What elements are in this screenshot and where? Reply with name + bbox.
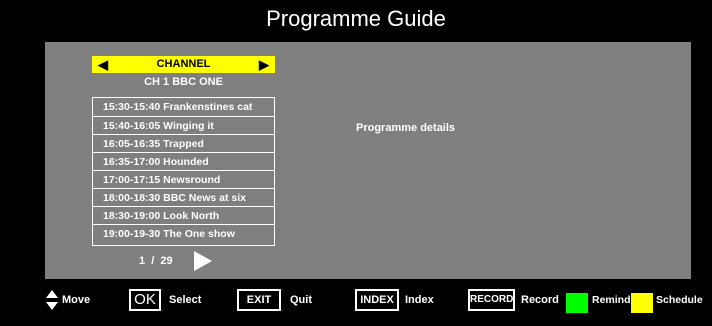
up-down-arrows-icon	[46, 290, 58, 310]
programme-row[interactable]: 17:00-17:15 Newsround	[93, 170, 274, 188]
exit-key-icon: EXIT	[237, 289, 281, 311]
move-label: Move	[62, 294, 91, 306]
programme-row[interactable]: 15:30-15:40 Frankenstines cat	[93, 98, 274, 116]
quit-label: Quit	[290, 294, 312, 306]
schedule-swatch	[631, 293, 653, 313]
remind-swatch	[566, 293, 588, 313]
channel-selector-label: CHANNEL	[156, 58, 211, 70]
schedule-label: Schedule	[656, 294, 703, 306]
programme-details: Programme details	[356, 122, 456, 134]
channel-prev-icon[interactable]: ◀	[98, 56, 108, 73]
record-label: Record	[521, 294, 559, 306]
record-key-icon: RECORD	[468, 289, 515, 311]
programme-row[interactable]: 16:05-16:35 Trapped	[93, 134, 274, 152]
select-label: Select	[169, 294, 202, 306]
page-indicator: 1 / 29	[139, 255, 173, 267]
programme-row[interactable]: 18:00-18:30 BBC News at six	[93, 188, 274, 206]
page-title: Programme Guide	[266, 6, 446, 31]
channel-next-icon[interactable]: ▶	[259, 56, 269, 73]
next-page-icon[interactable]	[194, 251, 212, 271]
channel-selector[interactable]: ◀ CHANNEL ▶	[92, 56, 275, 73]
programme-list: 15:30-15:40 Frankenstines cat 15:40-16:0…	[92, 97, 275, 246]
remind-label: Remind	[592, 294, 631, 306]
programme-row[interactable]: 18:30-19:00 Look North	[93, 206, 274, 224]
channel-name: CH 1 BBC ONE	[144, 76, 223, 88]
programme-row[interactable]: 16:35-17:00 Hounded	[93, 152, 274, 170]
index-label: Index	[405, 294, 434, 306]
programme-row[interactable]: 15:40-16:05 Winging it	[93, 116, 274, 134]
programme-row[interactable]: 19:00-19-30 The One show	[93, 224, 274, 242]
index-key-icon: INDEX	[355, 289, 399, 311]
ok-key-icon: OK	[129, 289, 161, 311]
